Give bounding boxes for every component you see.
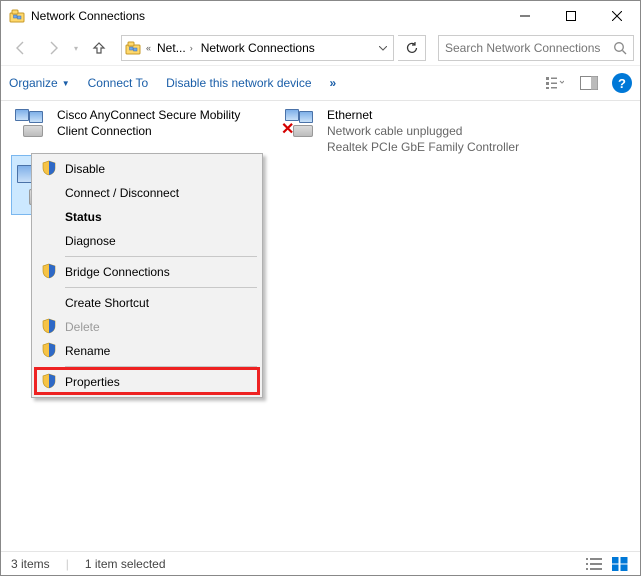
address-bar[interactable]: « Net...› Network Connections: [121, 35, 394, 61]
overflow-button[interactable]: »: [330, 76, 338, 90]
connection-name: Cisco AnyConnect Secure Mobility Client …: [57, 107, 261, 139]
minimize-button[interactable]: [502, 1, 548, 31]
item-count: 3 items: [11, 557, 50, 571]
content-area: Cisco AnyConnect Secure Mobility Client …: [1, 101, 640, 551]
menu-item-bridge[interactable]: Bridge Connections: [35, 260, 259, 284]
preview-pane-button[interactable]: [578, 72, 600, 94]
refresh-button[interactable]: [398, 35, 426, 61]
shield-icon: [41, 263, 59, 281]
network-adapter-icon: [13, 107, 51, 141]
menu-separator: [65, 366, 257, 367]
search-box[interactable]: [438, 35, 634, 61]
location-icon: [122, 40, 144, 56]
menu-item-diagnose[interactable]: Diagnose: [35, 229, 259, 253]
menu-separator: [65, 287, 257, 288]
disable-device-button[interactable]: Disable this network device: [166, 76, 311, 90]
view-tiles-button[interactable]: [610, 556, 630, 572]
organize-menu[interactable]: Organize▼: [9, 76, 70, 90]
menu-item-status[interactable]: Status: [35, 205, 259, 229]
search-icon[interactable]: [613, 41, 629, 55]
search-input[interactable]: [443, 40, 613, 56]
context-menu: Disable Connect / Disconnect Status Diag…: [31, 153, 263, 398]
crumb-prev-chevron[interactable]: «: [144, 43, 153, 53]
back-button[interactable]: [7, 34, 35, 62]
menu-item-properties[interactable]: Properties: [35, 370, 259, 394]
shield-icon: [41, 160, 59, 178]
error-icon: ✕: [281, 123, 295, 137]
view-options-button[interactable]: [544, 72, 566, 94]
view-details-button[interactable]: [584, 556, 604, 572]
breadcrumb-1[interactable]: Net...›: [153, 36, 197, 60]
menu-item-connect-disconnect[interactable]: Connect / Disconnect: [35, 181, 259, 205]
menu-item-disable[interactable]: Disable: [35, 157, 259, 181]
forward-button[interactable]: [39, 34, 67, 62]
shield-icon: [41, 342, 59, 360]
navigation-bar: ▾ « Net...› Network Connections: [1, 31, 640, 65]
window-icon: [9, 8, 25, 24]
menu-separator: [65, 256, 257, 257]
menu-item-create-shortcut[interactable]: Create Shortcut: [35, 291, 259, 315]
selection-count: 1 item selected: [85, 557, 166, 571]
command-bar: Organize▼ Connect To Disable this networ…: [1, 65, 640, 101]
address-dropdown[interactable]: [373, 36, 393, 60]
window-title: Network Connections: [31, 9, 145, 23]
menu-item-rename[interactable]: Rename: [35, 339, 259, 363]
close-button[interactable]: [594, 1, 640, 31]
history-dropdown[interactable]: ▾: [71, 44, 81, 53]
connect-to-button[interactable]: Connect To: [88, 76, 149, 90]
up-button[interactable]: [87, 36, 111, 60]
connection-status: Network cable unplugged: [327, 123, 519, 139]
shield-icon: [41, 373, 59, 391]
breadcrumb-2[interactable]: Network Connections: [197, 36, 319, 60]
menu-item-delete: Delete: [35, 315, 259, 339]
connection-item[interactable]: Cisco AnyConnect Secure Mobility Client …: [11, 107, 261, 145]
shield-icon: [41, 318, 59, 336]
network-adapter-icon: ✕: [283, 107, 321, 141]
connection-name: Ethernet: [327, 107, 519, 123]
connection-device: Realtek PCIe GbE Family Controller: [327, 139, 519, 155]
title-bar: Network Connections: [1, 1, 640, 31]
maximize-button[interactable]: [548, 1, 594, 31]
connection-item[interactable]: ✕ Ethernet Network cable unplugged Realt…: [281, 107, 531, 156]
status-bar: 3 items | 1 item selected: [1, 551, 640, 575]
help-button[interactable]: ?: [612, 73, 632, 93]
